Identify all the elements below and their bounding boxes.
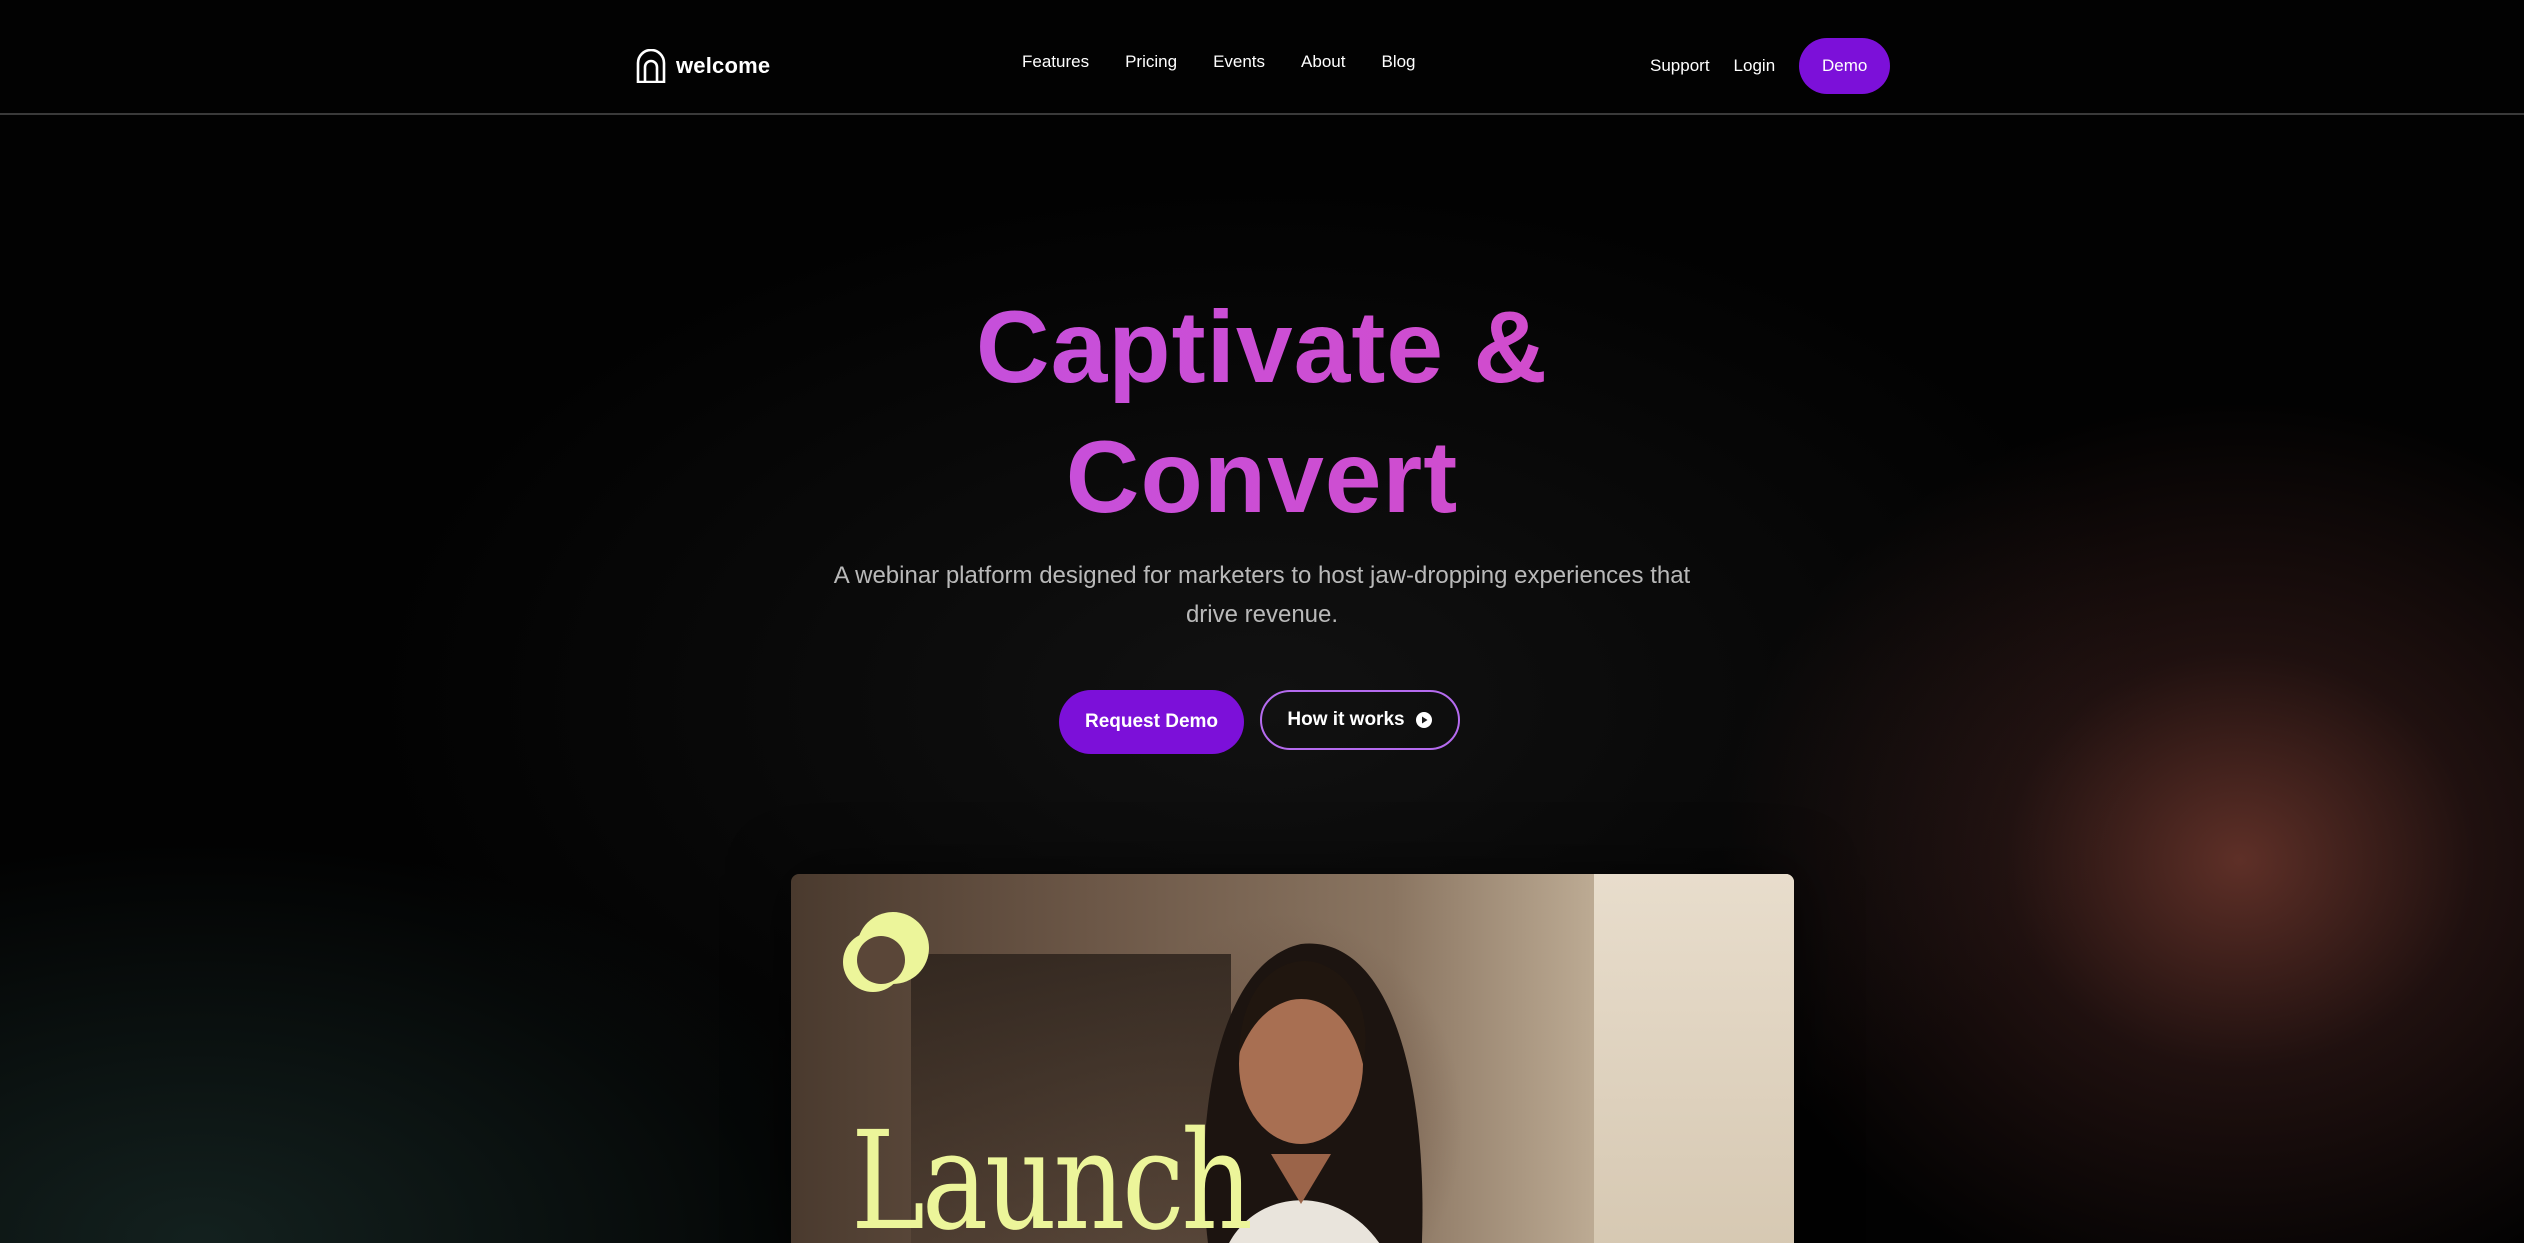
demo-button[interactable]: Demo <box>1799 38 1891 94</box>
hero-title-line-1: Captivate & <box>0 282 2524 412</box>
play-circle-icon <box>1415 712 1432 728</box>
background-window <box>1594 874 1794 1243</box>
nav-pricing[interactable]: Pricing <box>1125 52 1177 72</box>
request-demo-button[interactable]: Request Demo <box>1059 690 1244 754</box>
logo[interactable]: welcome <box>636 48 770 84</box>
video-preview[interactable]: Launch <box>791 874 1794 1243</box>
how-it-works-button[interactable]: How it works <box>1260 690 1460 750</box>
main-nav: Features Pricing Events About Blog <box>1022 52 1452 72</box>
how-it-works-label: How it works <box>1287 709 1405 730</box>
login-link[interactable]: Login <box>1734 56 1776 76</box>
overlapping-circles-icon <box>843 912 929 992</box>
nav-features[interactable]: Features <box>1022 52 1089 72</box>
hero-title-line-2: Convert <box>0 412 2524 542</box>
logo-text: welcome <box>676 53 771 78</box>
account-nav: Support Login Demo <box>1650 38 1891 94</box>
support-link[interactable]: Support <box>1650 56 1710 76</box>
page: welcome Features Pricing Events About Bl… <box>0 0 2524 1243</box>
nav-events[interactable]: Events <box>1213 52 1265 72</box>
site-header: welcome Features Pricing Events About Bl… <box>0 0 2524 115</box>
cta-row: Request Demo How it works <box>1059 690 1460 754</box>
launch-overlay-text: Launch <box>851 1103 1253 1243</box>
nav-about[interactable]: About <box>1301 52 1345 72</box>
arch-logo-icon <box>636 49 666 83</box>
hero-title: Captivate & Convert <box>0 282 2524 542</box>
nav-blog[interactable]: Blog <box>1381 52 1415 72</box>
hero-subtitle: A webinar platform designed for marketer… <box>833 562 1691 628</box>
